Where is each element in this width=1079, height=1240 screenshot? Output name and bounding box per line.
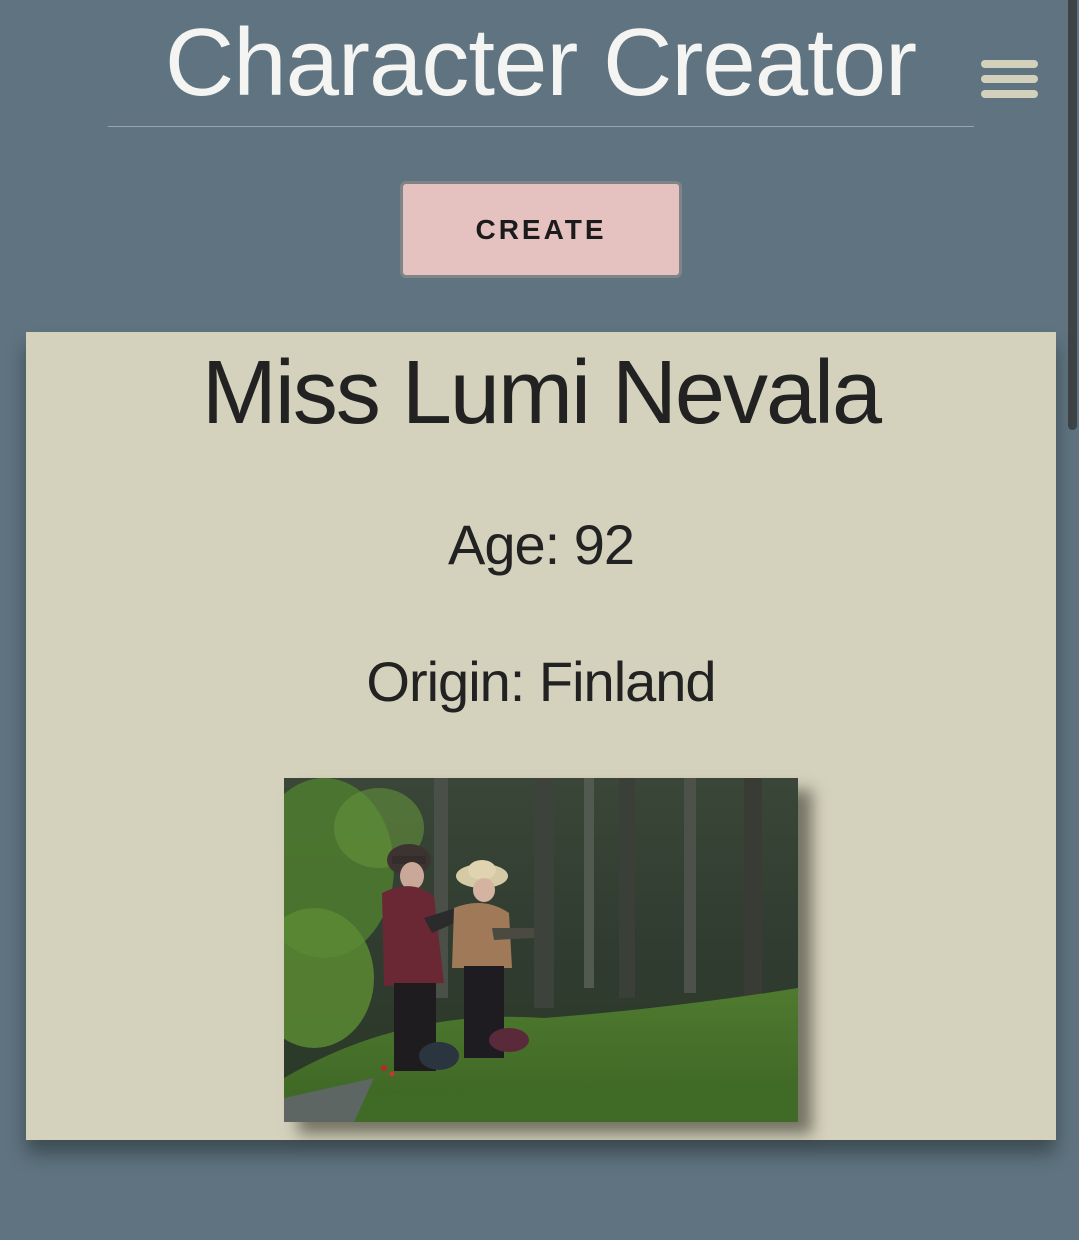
- character-age: Age: 92: [447, 513, 635, 576]
- character-name: Miss Lumi Nevala: [201, 343, 882, 443]
- menu-bar-top: [981, 60, 1038, 68]
- app-header: Character Creator: [0, 0, 1079, 130]
- menu-bar-bottom: [981, 90, 1038, 98]
- hamburger-menu-icon[interactable]: [978, 56, 1040, 102]
- app-title: Character Creator: [164, 9, 917, 116]
- character-photo: [284, 778, 798, 1122]
- character-card: Miss Lumi Nevala Age: 92 Origin: Finland: [26, 332, 1056, 1140]
- character-origin: Origin: Finland: [366, 650, 716, 713]
- header-divider: [108, 126, 974, 127]
- scrollbar-thumb[interactable]: [1068, 0, 1077, 430]
- menu-bar-middle: [981, 75, 1038, 83]
- create-button[interactable]: CREATE: [400, 181, 682, 278]
